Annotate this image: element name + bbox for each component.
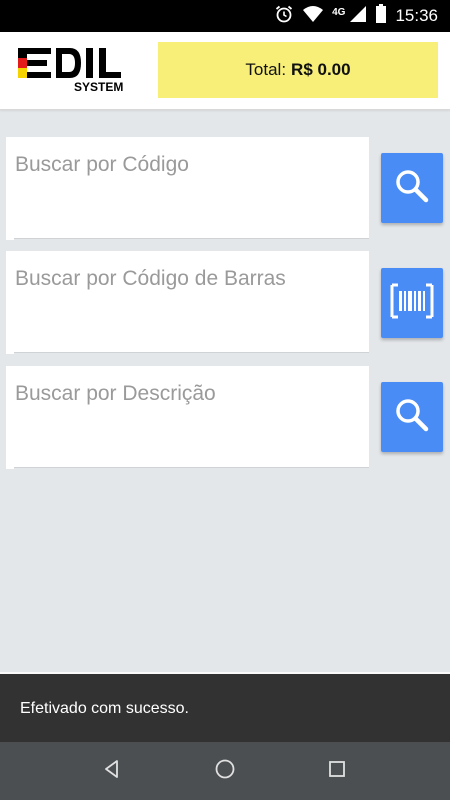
recents-button[interactable]: [307, 742, 367, 800]
signal-icon: [349, 5, 367, 28]
search-icon: [394, 168, 430, 209]
wifi-icon: [302, 5, 324, 28]
status-bar: 4G 15:36: [0, 0, 450, 32]
snackbar: Efetivado com sucesso.: [0, 672, 450, 742]
battery-icon: [375, 3, 387, 29]
search-description-input[interactable]: [6, 366, 369, 467]
search-icon: [394, 397, 430, 438]
field-underline-accent: [6, 351, 14, 354]
total-label: Total:: [245, 60, 287, 79]
svg-text:SYSTEM: SYSTEM: [74, 80, 123, 94]
status-time: 15:36: [395, 6, 438, 25]
status-icons: 4G 15:36: [274, 0, 438, 32]
home-icon: [214, 758, 236, 785]
search-code-input[interactable]: [6, 137, 369, 238]
edil-system-logo: SYSTEM: [18, 42, 140, 100]
scan-barcode-button[interactable]: [381, 268, 443, 338]
search-barcode-input[interactable]: [6, 251, 369, 352]
barcode-scan-icon: [390, 283, 434, 324]
search-code-field-container: [6, 137, 369, 240]
field-underline-accent: [6, 466, 14, 469]
snackbar-message: Efetivado com sucesso.: [20, 700, 189, 717]
alarm-icon: [274, 4, 294, 29]
home-button[interactable]: [195, 742, 255, 800]
search-description-button[interactable]: [381, 382, 443, 452]
field-underline-accent: [6, 237, 14, 240]
recents-icon: [327, 759, 347, 784]
search-code-button[interactable]: [381, 153, 443, 223]
back-icon: [102, 759, 122, 784]
system-nav-bar: [0, 742, 450, 800]
total-display: Total: R$ 0.00: [158, 42, 438, 98]
search-barcode-field-container: [6, 251, 369, 354]
back-button[interactable]: [82, 742, 142, 800]
app-header: SYSTEM Total: R$ 0.00: [0, 32, 450, 110]
network-type: 4G: [332, 6, 346, 18]
search-description-field-container: [6, 366, 369, 469]
total-value: R$ 0.00: [291, 60, 351, 79]
